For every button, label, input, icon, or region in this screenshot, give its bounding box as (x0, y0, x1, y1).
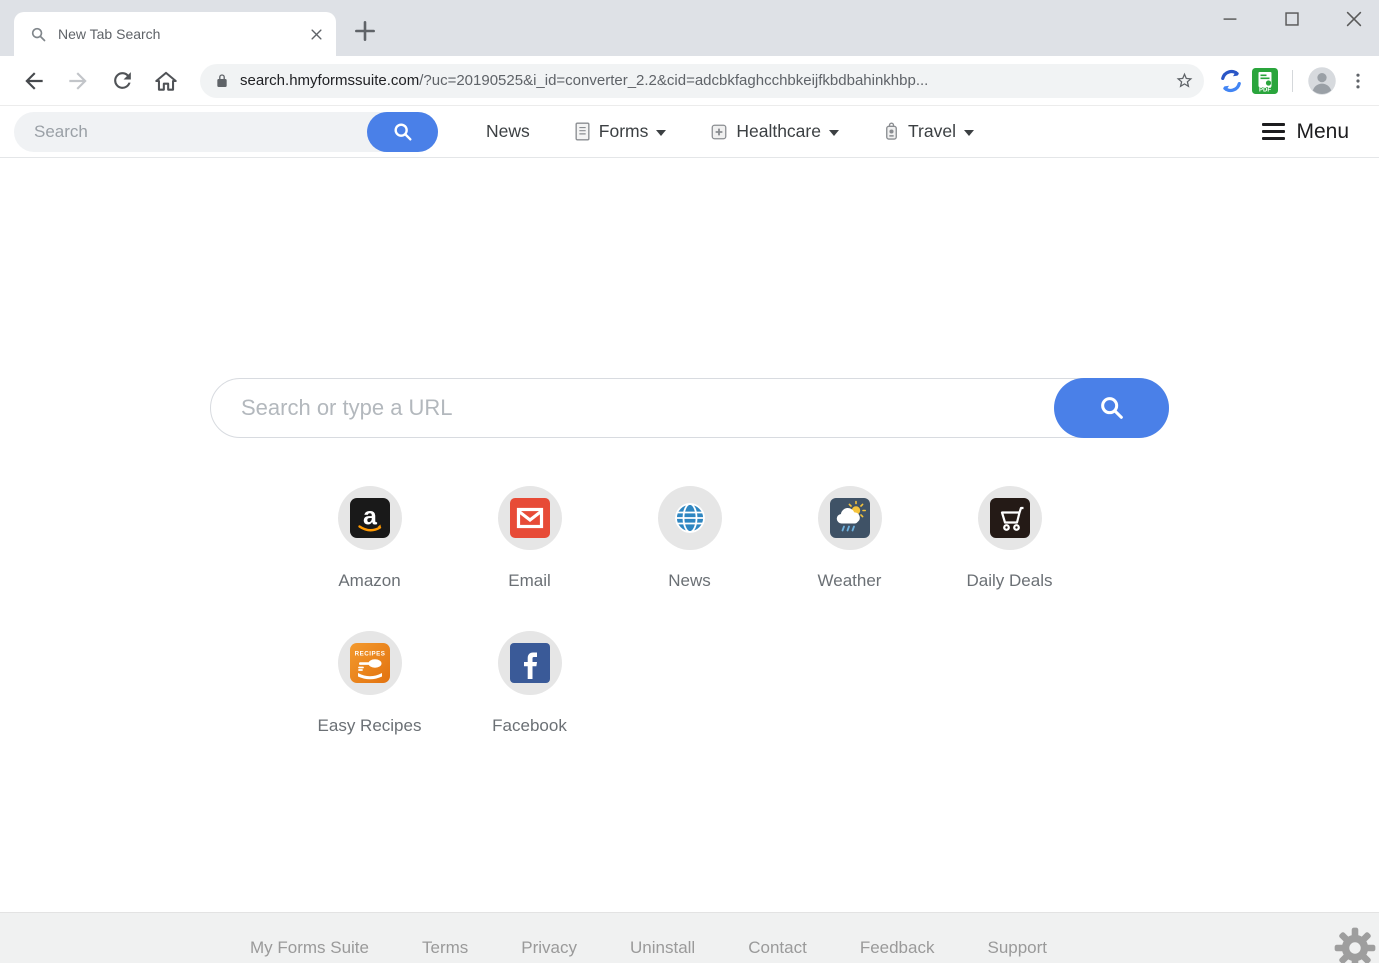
shortcut-email[interactable]: Email (450, 486, 610, 591)
shortcut-label: Daily Deals (966, 571, 1053, 590)
search-icon (1098, 394, 1126, 422)
nav-healthcare-label: Healthcare (736, 121, 821, 141)
footer: My Forms Suite Terms Privacy Uninstall C… (0, 912, 1379, 963)
footer-link-uninstall[interactable]: Uninstall (630, 938, 695, 958)
footer-link-contact[interactable]: Contact (748, 938, 807, 958)
site-header: News Forms Healthcare Travel Menu (0, 106, 1379, 158)
shortcut-daily-deals[interactable]: Daily Deals (930, 486, 1090, 591)
shortcuts-grid: a Amazon Email News Weather Daily Deals … (0, 486, 1379, 736)
nav-news-label: News (486, 121, 530, 141)
converter-extension-icon[interactable] (1218, 68, 1244, 94)
home-icon[interactable] (153, 68, 179, 94)
main-content: a Amazon Email (0, 158, 1379, 912)
shortcut-facebook[interactable]: Facebook (450, 631, 610, 736)
browser-tab[interactable]: New Tab Search (14, 12, 336, 56)
reload-icon[interactable] (109, 68, 135, 94)
recipes-icon: RECIPES (337, 631, 402, 695)
browser-toolbar: search.hmyformssuite.com/?uc=20190525&i_… (0, 56, 1379, 106)
forward-icon[interactable] (65, 68, 91, 94)
url-text: search.hmyformssuite.com/?uc=20190525&i_… (240, 72, 1175, 89)
main-search-input[interactable] (210, 378, 1169, 438)
email-icon (497, 486, 562, 550)
main-search-button[interactable] (1054, 378, 1169, 438)
address-bar[interactable]: search.hmyformssuite.com/?uc=20190525&i_… (200, 63, 1204, 98)
site-menu-button[interactable]: Menu (1262, 120, 1349, 144)
chevron-down-icon (963, 129, 974, 136)
shortcut-label: Email (508, 571, 551, 590)
shortcut-easy-recipes[interactable]: RECIPES Easy Recipes (290, 631, 450, 736)
svg-text:RECIPES: RECIPES (354, 651, 385, 658)
nav-travel-label: Travel (907, 121, 956, 141)
profile-avatar[interactable] (1307, 66, 1337, 96)
nav-item-forms[interactable]: Forms (574, 121, 667, 142)
footer-links: My Forms Suite Terms Privacy Uninstall C… (250, 938, 1047, 958)
svg-text:PDF: PDF (1259, 87, 1271, 93)
svg-text:a: a (363, 503, 378, 531)
tab-favicon-search-icon (30, 26, 47, 43)
url-domain: search.hmyformssuite.com (240, 72, 420, 89)
footer-link-privacy[interactable]: Privacy (521, 938, 577, 958)
browser-menu-dots-icon[interactable] (1345, 68, 1371, 94)
shortcut-news[interactable]: News (610, 486, 770, 591)
footer-link-feedback[interactable]: Feedback (860, 938, 935, 958)
browser-tab-strip: New Tab Search (0, 0, 1379, 56)
nav-forms-label: Forms (598, 121, 649, 141)
tab-close-icon[interactable] (309, 27, 324, 42)
bookmark-star-icon[interactable] (1175, 71, 1194, 90)
minimize-icon[interactable] (1219, 8, 1241, 30)
shortcut-label: Easy Recipes (317, 716, 422, 735)
hamburger-icon (1262, 122, 1286, 141)
healthcare-kit-icon (710, 123, 728, 141)
toolbar-separator (1292, 69, 1293, 92)
forms-document-icon (574, 122, 591, 141)
new-tab-icon[interactable] (352, 18, 378, 44)
main-search (210, 378, 1169, 438)
amazon-icon: a (337, 486, 402, 550)
extensions-area: PDF (1218, 66, 1371, 96)
nav-item-news[interactable]: News (486, 121, 530, 142)
chevron-down-icon (656, 129, 667, 136)
maximize-icon[interactable] (1281, 8, 1303, 30)
nav-item-healthcare[interactable]: Healthcare (710, 121, 839, 142)
shortcut-label: Facebook (492, 716, 567, 735)
site-nav: News Forms Healthcare Travel (486, 121, 974, 142)
facebook-icon (497, 631, 562, 695)
shortcut-amazon[interactable]: a Amazon (290, 486, 450, 591)
settings-gear-icon[interactable] (1333, 926, 1377, 963)
chevron-down-icon (828, 129, 839, 136)
shortcut-label: Amazon (338, 571, 401, 590)
search-icon (392, 121, 414, 143)
globe-icon (657, 486, 722, 550)
shopping-cart-icon (977, 486, 1042, 550)
travel-luggage-icon (883, 122, 900, 141)
menu-label: Menu (1296, 119, 1349, 143)
weather-icon (817, 486, 882, 550)
footer-link-my-forms-suite[interactable]: My Forms Suite (250, 938, 369, 958)
back-icon[interactable] (21, 68, 47, 94)
header-search (14, 111, 438, 152)
url-path: /?uc=20190525&i_id=converter_2.2&cid=adc… (419, 72, 929, 89)
window-controls (1219, 8, 1365, 30)
shortcut-weather[interactable]: Weather (770, 486, 930, 591)
footer-link-support[interactable]: Support (987, 938, 1047, 958)
close-window-icon[interactable] (1343, 8, 1365, 30)
tab-title: New Tab Search (58, 26, 161, 42)
shortcut-label: News (668, 571, 711, 590)
shortcut-label: Weather (817, 571, 882, 590)
pdf-extension-icon[interactable]: PDF (1252, 67, 1278, 94)
header-search-button[interactable] (367, 111, 438, 152)
nav-item-travel[interactable]: Travel (883, 121, 974, 142)
footer-link-terms[interactable]: Terms (422, 938, 468, 958)
lock-icon (214, 73, 230, 89)
